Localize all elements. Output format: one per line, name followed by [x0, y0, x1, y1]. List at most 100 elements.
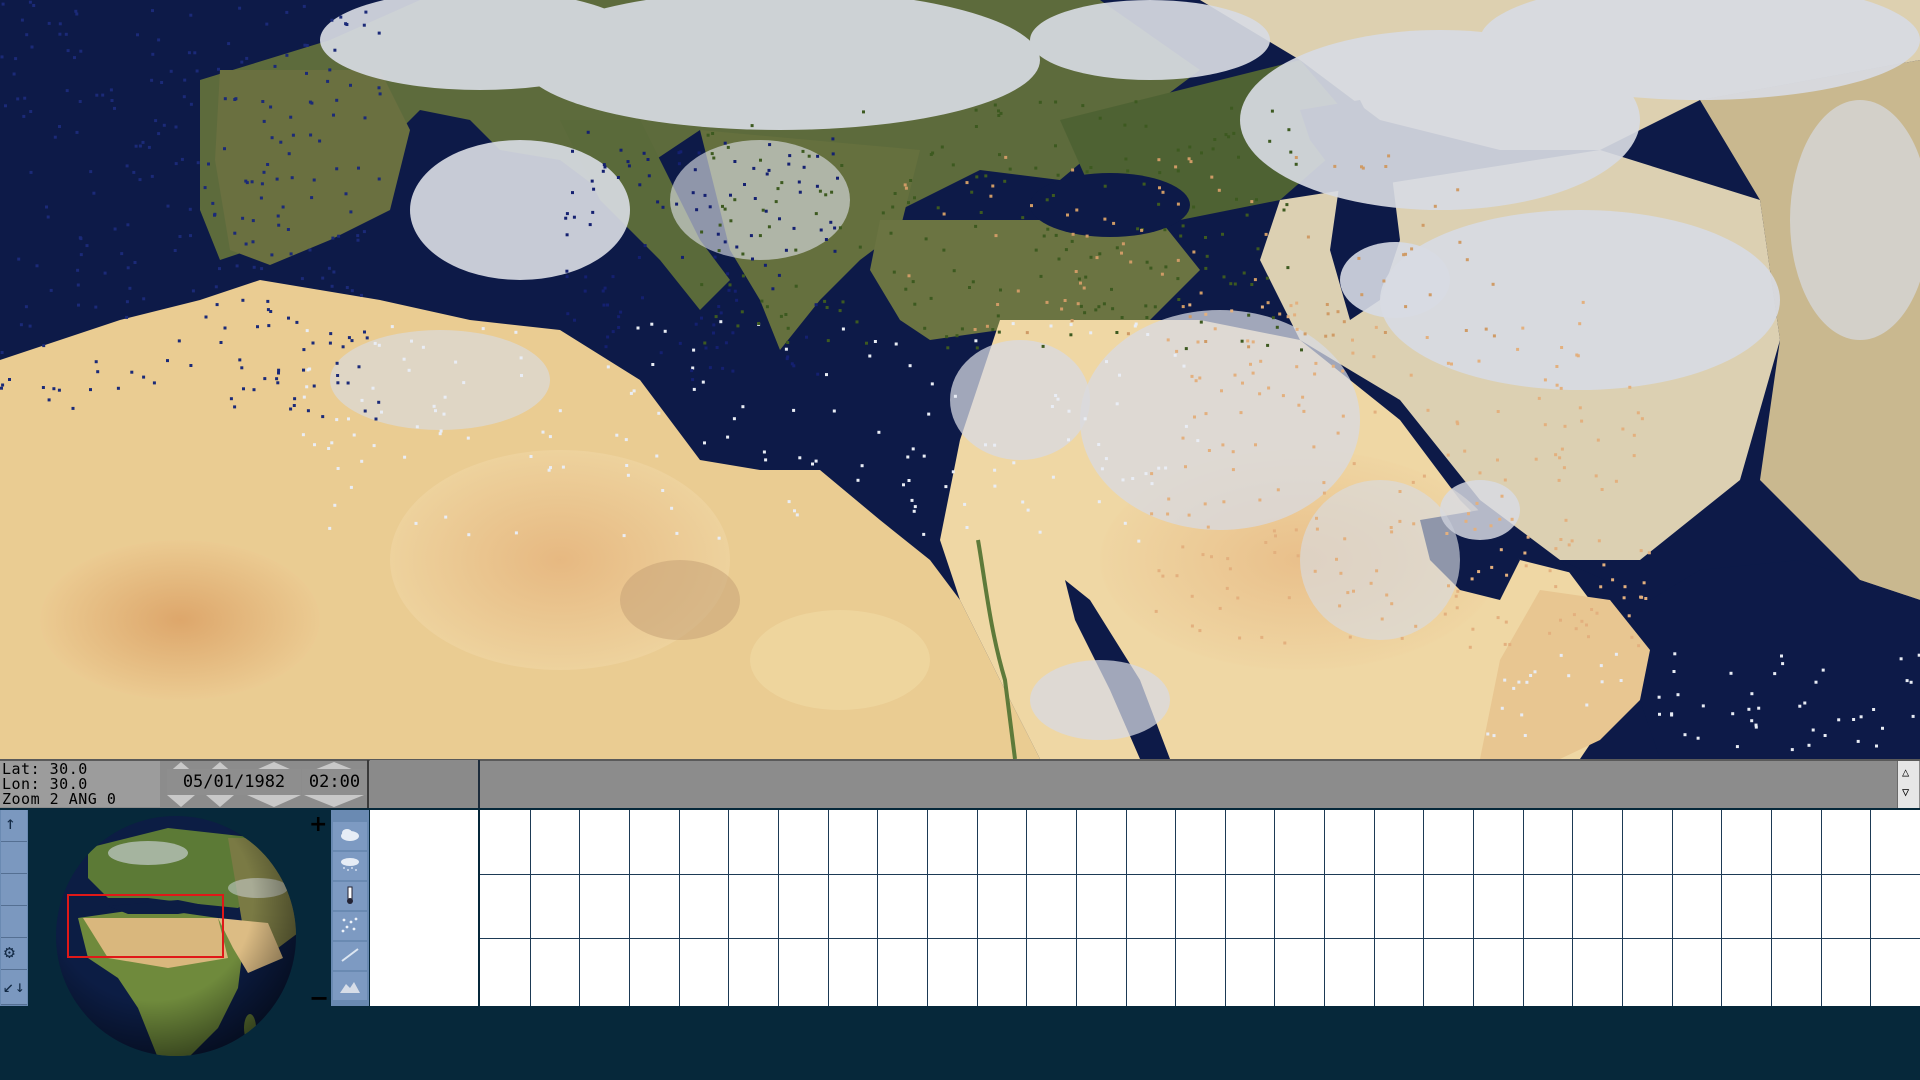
- cloud-layer-button[interactable]: [333, 822, 367, 850]
- observation-dot: [1233, 373, 1237, 377]
- observation-dot: [218, 267, 221, 271]
- pan-up-button[interactable]: ↑: [1, 810, 27, 842]
- observation-dot: [565, 269, 569, 273]
- observation-dot: [831, 137, 835, 141]
- observation-dot: [414, 521, 418, 525]
- observation-dot: [1266, 343, 1270, 347]
- scroll-up-icon[interactable]: △: [1902, 766, 1909, 778]
- observation-dot: [1253, 278, 1257, 282]
- observation-dot: [1045, 300, 1049, 304]
- observation-dot: [786, 341, 790, 344]
- observation-dot: [136, 33, 139, 37]
- observation-dot: [632, 389, 636, 393]
- observation-dot: [794, 284, 798, 288]
- observation-dot: [1433, 204, 1437, 208]
- globe-overview[interactable]: [28, 808, 330, 1064]
- observation-dot: [42, 344, 46, 348]
- observation-dot: [1443, 612, 1447, 616]
- reset-view-button[interactable]: ↙ ↓: [1, 970, 27, 1005]
- month-down-button[interactable]: [206, 795, 234, 807]
- observation-dot: [151, 9, 154, 13]
- observation-dot: [693, 168, 697, 172]
- observation-dot: [1490, 565, 1494, 569]
- observation-dot: [24, 305, 28, 309]
- observation-dot: [1082, 286, 1086, 290]
- observation-dot: [718, 223, 722, 227]
- observation-dot: [1911, 714, 1915, 718]
- terrain-layer-button[interactable]: [333, 972, 367, 1000]
- toolbar-slot[interactable]: [1, 842, 27, 874]
- observation-dot: [729, 219, 733, 223]
- observation-dot: [196, 161, 200, 165]
- observation-dot: [438, 432, 442, 436]
- arrow-down-icon: ↓: [15, 977, 25, 996]
- observation-dot: [865, 341, 868, 345]
- observation-dot: [1049, 324, 1053, 328]
- observation-dot: [1696, 736, 1700, 740]
- observation-dot: [1477, 570, 1481, 574]
- observation-dot: [638, 183, 642, 187]
- year-down-button[interactable]: [247, 795, 301, 807]
- snow-layer-button[interactable]: [333, 912, 367, 940]
- day-down-button[interactable]: [167, 795, 195, 807]
- wind-layer-button[interactable]: [333, 942, 367, 970]
- time-down-button[interactable]: [304, 795, 364, 807]
- observation-dot: [141, 140, 145, 144]
- zoom-in-button[interactable]: +: [309, 812, 327, 837]
- observation-dot: [1056, 173, 1060, 177]
- observation-dot: [643, 244, 647, 248]
- observation-dot: [291, 133, 295, 137]
- grid-column-line: [1622, 810, 1623, 1006]
- observation-dot: [302, 368, 305, 372]
- scroll-down-icon[interactable]: ▽: [1902, 786, 1909, 798]
- observation-dot: [150, 174, 154, 178]
- observation-dot: [1056, 397, 1060, 401]
- observation-dot: [1554, 585, 1558, 589]
- observation-dot: [975, 175, 979, 179]
- observation-dot: [1158, 186, 1161, 190]
- observation-dot: [700, 316, 703, 320]
- weather-map[interactable]: [0, 0, 1920, 759]
- observation-dot: [1500, 494, 1504, 498]
- toolbar-slot[interactable]: [1, 874, 27, 906]
- observation-dot: [1163, 228, 1167, 232]
- observation-dot: [346, 381, 350, 385]
- observation-dot: [1260, 635, 1264, 639]
- observation-dot: [125, 315, 129, 319]
- observation-dot: [636, 326, 640, 330]
- observation-dot: [691, 366, 695, 370]
- date-display[interactable]: 05/01/1982: [167, 769, 301, 795]
- observation-dot: [1221, 232, 1224, 236]
- observation-dot: [1614, 479, 1618, 483]
- observation-dot: [1200, 151, 1203, 155]
- observation-dot: [548, 435, 552, 439]
- observation-dot: [1021, 216, 1025, 220]
- observation-dot: [1282, 208, 1286, 212]
- scrollbar[interactable]: △ ▽: [1897, 761, 1919, 808]
- data-grid[interactable]: [480, 810, 1920, 1006]
- observation-dot: [906, 455, 910, 459]
- time-display[interactable]: 02:00: [302, 769, 367, 795]
- observation-dot: [788, 154, 792, 158]
- observation-dot: [670, 506, 674, 510]
- observation-dot: [1157, 569, 1161, 573]
- observation-dot: [991, 328, 995, 332]
- zoom-out-button[interactable]: −: [309, 984, 329, 1012]
- toolbar-slot[interactable]: [1, 906, 27, 938]
- observation-dot: [1458, 240, 1462, 244]
- observation-dot: [735, 245, 739, 249]
- observation-dot: [993, 103, 997, 107]
- observation-dot: [1331, 333, 1335, 337]
- rain-layer-button[interactable]: [333, 852, 367, 880]
- observation-dot: [663, 329, 667, 333]
- observation-dot: [219, 341, 223, 344]
- settings-button[interactable]: ⚙: [1, 938, 27, 970]
- observation-dot: [57, 388, 61, 392]
- observation-dot: [1199, 320, 1203, 324]
- observation-dot: [912, 509, 916, 513]
- temperature-layer-button[interactable]: [333, 882, 367, 910]
- observation-dot: [1411, 480, 1415, 484]
- observation-dot: [908, 364, 912, 368]
- observation-dot: [873, 340, 877, 343]
- observation-dot: [1339, 571, 1343, 575]
